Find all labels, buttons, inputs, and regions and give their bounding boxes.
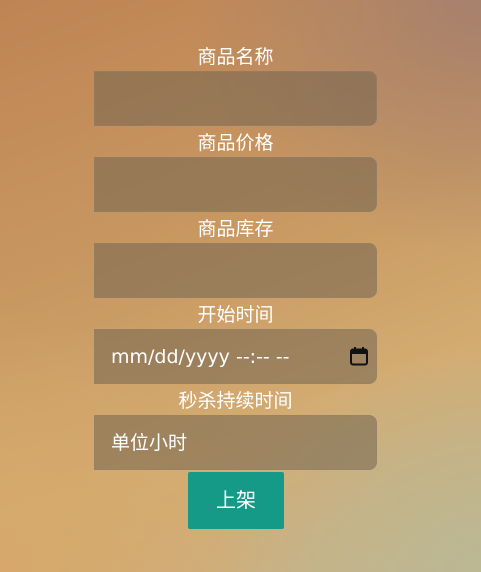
product-form: 商品名称 商品价格 商品库存 开始时间 mm/dd/yyyy --:-- -- … [0, 0, 481, 572]
product-stock-input[interactable] [94, 243, 377, 298]
list-product-button[interactable]: 上架 [188, 472, 284, 529]
product-name-label: 商品名称 [197, 46, 274, 68]
product-name-input[interactable] [94, 71, 377, 126]
start-time-value: mm/dd/yyyy --:-- -- [111, 346, 290, 368]
duration-input[interactable]: 单位小时 [94, 415, 377, 470]
duration-placeholder: 单位小时 [111, 432, 188, 454]
calendar-icon[interactable] [349, 346, 369, 366]
duration-label: 秒杀持续时间 [178, 390, 293, 412]
start-time-input[interactable]: mm/dd/yyyy --:-- -- [94, 329, 377, 384]
start-time-label: 开始时间 [197, 304, 274, 326]
product-price-input[interactable] [94, 157, 377, 212]
product-price-label: 商品价格 [197, 132, 274, 154]
product-stock-label: 商品库存 [197, 218, 274, 240]
